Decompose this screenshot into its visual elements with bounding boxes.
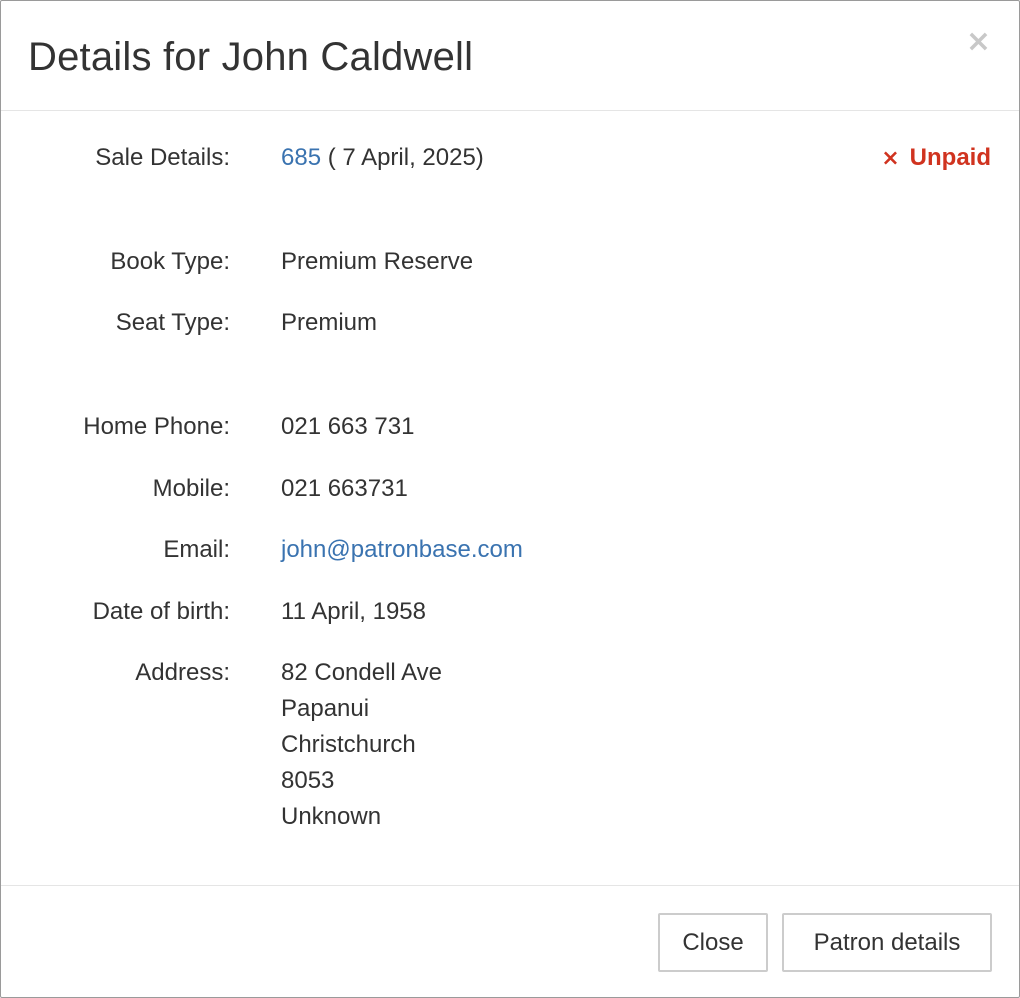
email-label: Email: [163, 536, 230, 563]
payment-status-text: Unpaid [909, 144, 991, 171]
mobile-label: Mobile: [152, 475, 230, 502]
mobile-value: 021 663731 [281, 475, 408, 502]
sale-date: ( 7 April, 2025) [321, 144, 484, 171]
address-line: 82 Condell Ave [281, 659, 443, 686]
unpaid-x-icon: × [881, 146, 900, 171]
modal-body: Sale Details: 685 ( 7 April, 2025) × Unpa… [1, 111, 1019, 885]
address-label: Address: [135, 659, 230, 686]
close-button[interactable]: Close [658, 913, 768, 972]
address-value: 82 Condell Ave Papanui Christchurch 8053… [281, 655, 442, 835]
seat-type-label: Seat Type: [115, 309, 230, 336]
modal-title: Details for John Caldwell [28, 35, 474, 79]
dob-label: Date of birth: [92, 598, 230, 625]
book-type-label: Book Type: [110, 248, 230, 275]
book-type-value: Premium Reserve [281, 248, 474, 275]
address-line: 8053 [281, 767, 335, 794]
home-phone-value: 021 663 731 [281, 413, 415, 440]
address-line: Unknown [281, 803, 382, 830]
modal-header: Details for John Caldwell × [1, 1, 1019, 111]
close-icon[interactable]: × [966, 25, 991, 59]
details-modal: Details for John Caldwell × Sale Details… [0, 0, 1020, 998]
sale-details-label: Sale Details: [95, 144, 230, 171]
seat-type-value: Premium [281, 309, 378, 336]
sale-number-link[interactable]: 685 [281, 144, 321, 171]
modal-footer: Close Patron details [1, 885, 1019, 998]
address-line: Papanui [281, 695, 370, 722]
sale-details-value: 685 ( 7 April, 2025) [281, 140, 484, 176]
payment-status-badge: × Unpaid [881, 140, 991, 177]
home-phone-label: Home Phone: [83, 413, 230, 440]
address-line: Christchurch [281, 731, 416, 758]
dob-value: 11 April, 1958 [281, 598, 426, 625]
email-link[interactable]: john@patronbase.com [281, 532, 523, 568]
patron-details-button[interactable]: Patron details [782, 913, 992, 972]
